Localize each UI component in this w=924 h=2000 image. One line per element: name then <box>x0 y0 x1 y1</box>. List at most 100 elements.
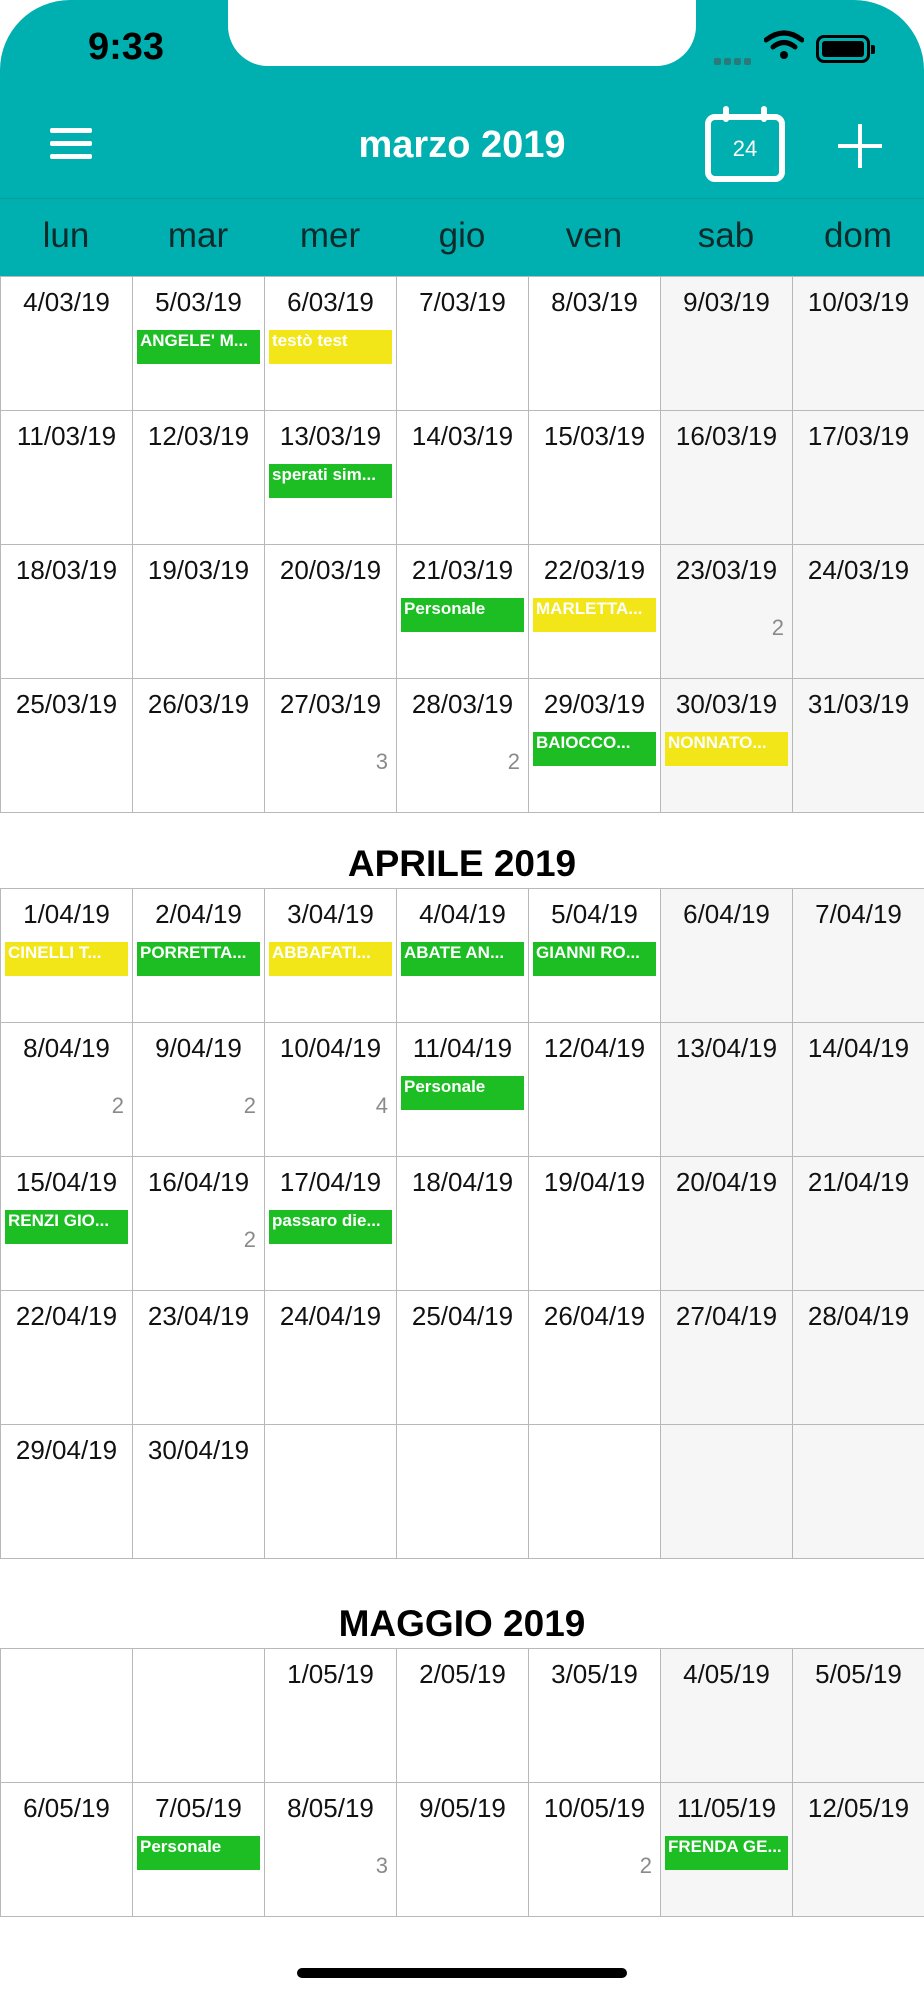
day-cell[interactable]: 19/03/19 <box>133 545 265 679</box>
event-chip[interactable]: NONNATO... <box>665 732 788 766</box>
day-cell[interactable]: 6/05/19 <box>1 1783 133 1917</box>
day-cell[interactable]: 29/03/19 BAIOCCO... <box>529 679 661 813</box>
event-chip[interactable]: ANGELE' M... <box>137 330 260 364</box>
day-cell[interactable]: 12/04/19 <box>529 1023 661 1157</box>
event-chip[interactable]: GIANNI RO... <box>533 942 656 976</box>
day-cell[interactable]: 27/04/19 <box>661 1291 793 1425</box>
today-calendar-button[interactable]: 24 <box>705 106 785 182</box>
day-cell[interactable]: 6/04/19 <box>661 889 793 1023</box>
day-cell[interactable]: 18/03/19 <box>1 545 133 679</box>
day-cell[interactable]: 24/04/19 <box>265 1291 397 1425</box>
day-cell[interactable]: 9/03/19 <box>661 277 793 411</box>
day-cell[interactable]: 7/05/19 Personale <box>133 1783 265 1917</box>
day-cell[interactable]: 18/04/19 <box>397 1157 529 1291</box>
event-chip[interactable]: MARLETTA... <box>533 598 656 632</box>
day-cell[interactable]: 12/05/19 <box>793 1783 924 1917</box>
day-cell[interactable]: 14/04/19 <box>793 1023 924 1157</box>
day-cell[interactable]: 19/04/19 <box>529 1157 661 1291</box>
day-cell[interactable]: 4/04/19 ABATE AN... <box>397 889 529 1023</box>
hamburger-menu-icon[interactable] <box>50 128 92 162</box>
day-cell[interactable]: 7/03/19 <box>397 277 529 411</box>
day-cell[interactable]: 27/03/19 3 <box>265 679 397 813</box>
day-cell[interactable]: 26/04/19 <box>529 1291 661 1425</box>
day-cell[interactable]: 10/04/19 4 <box>265 1023 397 1157</box>
day-cell[interactable]: 28/03/19 2 <box>397 679 529 813</box>
day-cell[interactable]: 23/03/19 2 <box>661 545 793 679</box>
event-chip[interactable]: FRENDA GE... <box>665 1836 788 1870</box>
day-cell[interactable]: 6/03/19 testò test <box>265 277 397 411</box>
day-cell[interactable] <box>529 1425 661 1559</box>
event-chip[interactable]: Personale <box>401 598 524 632</box>
day-date: 28/03/19 <box>411 689 514 719</box>
day-cell[interactable]: 11/05/19 FRENDA GE... <box>661 1783 793 1917</box>
day-cell[interactable]: 9/04/19 2 <box>133 1023 265 1157</box>
day-cell[interactable]: 7/04/19 <box>793 889 924 1023</box>
day-cell[interactable]: 25/03/19 <box>1 679 133 813</box>
day-cell[interactable]: 4/03/19 <box>1 277 133 411</box>
day-cell[interactable]: 17/04/19 passaro die... <box>265 1157 397 1291</box>
day-cell[interactable]: 16/04/19 2 <box>133 1157 265 1291</box>
day-cell[interactable]: 2/04/19 PORRETTA... <box>133 889 265 1023</box>
day-cell[interactable]: 14/03/19 <box>397 411 529 545</box>
day-cell[interactable]: 13/04/19 <box>661 1023 793 1157</box>
day-cell[interactable]: 9/05/19 <box>397 1783 529 1917</box>
day-cell[interactable]: 5/03/19 ANGELE' M... <box>133 277 265 411</box>
day-cell[interactable]: 20/03/19 <box>265 545 397 679</box>
day-cell[interactable] <box>265 1425 397 1559</box>
day-cell[interactable]: 10/03/19 <box>793 277 924 411</box>
day-cell[interactable]: 5/04/19 GIANNI RO... <box>529 889 661 1023</box>
day-cell[interactable]: 11/03/19 <box>1 411 133 545</box>
day-cell[interactable]: 21/04/19 <box>793 1157 924 1291</box>
day-cell[interactable] <box>793 1425 924 1559</box>
day-cell[interactable]: 24/03/19 <box>793 545 924 679</box>
day-cell[interactable]: 4/05/19 <box>661 1649 793 1783</box>
event-chip[interactable]: testò test <box>269 330 392 364</box>
day-cell[interactable]: 22/04/19 <box>1 1291 133 1425</box>
day-cell[interactable]: 13/03/19 sperati sim... <box>265 411 397 545</box>
event-chip[interactable]: passaro die... <box>269 1210 392 1244</box>
day-cell[interactable]: 8/03/19 <box>529 277 661 411</box>
day-cell[interactable]: 31/03/19 <box>793 679 924 813</box>
day-cell[interactable]: 3/05/19 <box>529 1649 661 1783</box>
day-cell[interactable]: 28/04/19 <box>793 1291 924 1425</box>
event-chip[interactable]: Personale <box>137 1836 260 1870</box>
event-chip[interactable]: BAIOCCO... <box>533 732 656 766</box>
event-chip[interactable]: sperati sim... <box>269 464 392 498</box>
day-cell[interactable]: 8/04/19 2 <box>1 1023 133 1157</box>
day-cell[interactable]: 17/03/19 <box>793 411 924 545</box>
day-cell[interactable] <box>397 1425 529 1559</box>
day-cell[interactable]: 15/03/19 <box>529 411 661 545</box>
day-cell[interactable]: 16/03/19 <box>661 411 793 545</box>
day-cell[interactable]: 22/03/19 MARLETTA... <box>529 545 661 679</box>
day-date: 14/03/19 <box>411 421 514 451</box>
home-indicator[interactable] <box>297 1968 627 1978</box>
day-cell[interactable]: 20/04/19 <box>661 1157 793 1291</box>
day-cell[interactable]: 3/04/19 ABBAFATI... <box>265 889 397 1023</box>
day-cell[interactable]: 5/05/19 <box>793 1649 924 1783</box>
day-cell[interactable]: 8/05/19 3 <box>265 1783 397 1917</box>
day-cell[interactable]: 10/05/19 2 <box>529 1783 661 1917</box>
day-cell[interactable]: 30/03/19 NONNATO... <box>661 679 793 813</box>
day-cell[interactable] <box>133 1649 265 1783</box>
day-cell[interactable]: 25/04/19 <box>397 1291 529 1425</box>
day-cell[interactable]: 12/03/19 <box>133 411 265 545</box>
day-cell[interactable]: 1/04/19 CINELLI T... <box>1 889 133 1023</box>
day-cell[interactable]: 11/04/19 Personale <box>397 1023 529 1157</box>
event-chip[interactable]: ABBAFATI... <box>269 942 392 976</box>
day-cell[interactable]: 1/05/19 <box>265 1649 397 1783</box>
event-chip[interactable]: PORRETTA... <box>137 942 260 976</box>
day-cell[interactable]: 21/03/19 Personale <box>397 545 529 679</box>
day-cell[interactable]: 23/04/19 <box>133 1291 265 1425</box>
event-chip[interactable]: Personale <box>401 1076 524 1110</box>
day-cell[interactable]: 29/04/19 <box>1 1425 133 1559</box>
day-cell[interactable] <box>661 1425 793 1559</box>
add-event-button[interactable] <box>838 124 882 168</box>
day-cell[interactable]: 26/03/19 <box>133 679 265 813</box>
event-chip[interactable]: CINELLI T... <box>5 942 128 976</box>
event-chip[interactable]: ABATE AN... <box>401 942 524 976</box>
day-cell[interactable]: 15/04/19 RENZI GIO... <box>1 1157 133 1291</box>
event-chip[interactable]: RENZI GIO... <box>5 1210 128 1244</box>
day-cell[interactable]: 30/04/19 <box>133 1425 265 1559</box>
day-cell[interactable]: 2/05/19 <box>397 1649 529 1783</box>
day-cell[interactable] <box>1 1649 133 1783</box>
